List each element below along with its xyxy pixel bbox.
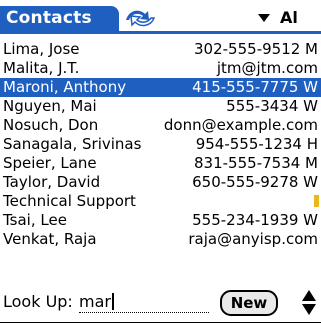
bottom-bar: Look Up: mar New bbox=[0, 286, 321, 323]
contact-row[interactable]: Venkat, Raja raja@anyisp.com bbox=[0, 230, 321, 249]
contact-name: Speier, Lane bbox=[3, 154, 97, 172]
contact-detail: 650-555-9278 W bbox=[192, 173, 318, 191]
scroll-down-icon[interactable] bbox=[302, 304, 316, 315]
contact-name: Sanagala, Srivinas bbox=[3, 135, 142, 153]
contact-detail: jtm@jtm.com bbox=[216, 59, 318, 77]
contact-detail: donn@example.com bbox=[163, 116, 318, 134]
contact-row[interactable]: Maroni, Anthony 415-555-7775 W bbox=[0, 78, 321, 97]
title-underline bbox=[0, 31, 321, 34]
contact-name: Nosuch, Don bbox=[3, 116, 99, 134]
scroll-up-icon[interactable] bbox=[302, 290, 316, 301]
hotsync-icon[interactable] bbox=[123, 6, 157, 30]
contact-detail: 555-234-1939 W bbox=[192, 211, 318, 229]
contacts-screen: Contacts Al Lima, Jose 302-555-9512 M Mali… bbox=[0, 0, 321, 323]
contact-detail: 302-555-9512 M bbox=[194, 40, 318, 58]
contact-row[interactable]: Nosuch, Don donn@example.com bbox=[0, 116, 321, 135]
category-picker[interactable]: Al bbox=[258, 8, 321, 30]
note-icon[interactable] bbox=[314, 195, 319, 207]
text-caret bbox=[111, 293, 114, 310]
contact-name: Taylor, David bbox=[3, 173, 101, 191]
category-label: Al bbox=[280, 8, 298, 27]
contact-name: Technical Support bbox=[3, 192, 136, 210]
contact-name: Venkat, Raja bbox=[3, 230, 97, 248]
contact-detail: 555-3434 W bbox=[226, 97, 318, 115]
contact-name: Tsai, Lee bbox=[3, 211, 67, 229]
contact-row[interactable]: Technical Support bbox=[0, 192, 321, 211]
app-title: Contacts bbox=[6, 8, 92, 28]
lookup-value: mar bbox=[79, 292, 111, 311]
contact-name: Malita, J.T. bbox=[3, 59, 80, 77]
app-title-tab[interactable]: Contacts bbox=[0, 6, 119, 32]
contact-row[interactable]: Malita, J.T. jtm@jtm.com bbox=[0, 59, 321, 78]
title-bar: Contacts Al bbox=[0, 6, 321, 34]
contact-detail: raja@anyisp.com bbox=[188, 230, 318, 248]
new-button[interactable]: New bbox=[220, 290, 278, 316]
contact-row[interactable]: Tsai, Lee 555-234-1939 W bbox=[0, 211, 321, 230]
contact-row[interactable]: Taylor, David 650-555-9278 W bbox=[0, 173, 321, 192]
contact-row[interactable]: Sanagala, Srivinas 954-555-1234 H bbox=[0, 135, 321, 154]
contact-name: Nguyen, Mai bbox=[3, 97, 97, 115]
contact-row[interactable]: Lima, Jose 302-555-9512 M bbox=[0, 40, 321, 59]
contact-name: Lima, Jose bbox=[3, 40, 80, 58]
lookup-label: Look Up: bbox=[3, 292, 73, 311]
contact-row[interactable]: Nguyen, Mai 555-3434 W bbox=[0, 97, 321, 116]
contact-detail: 831-555-7534 M bbox=[194, 154, 318, 172]
lookup-input[interactable]: mar bbox=[79, 292, 209, 313]
scroll-arrows[interactable] bbox=[300, 290, 318, 318]
contact-name: Maroni, Anthony bbox=[3, 78, 127, 96]
contact-detail: 415-555-7775 W bbox=[192, 78, 318, 96]
contact-row[interactable]: Speier, Lane 831-555-7534 M bbox=[0, 154, 321, 173]
chevron-down-icon bbox=[258, 14, 270, 22]
contact-detail: 954-555-1234 H bbox=[195, 135, 318, 153]
